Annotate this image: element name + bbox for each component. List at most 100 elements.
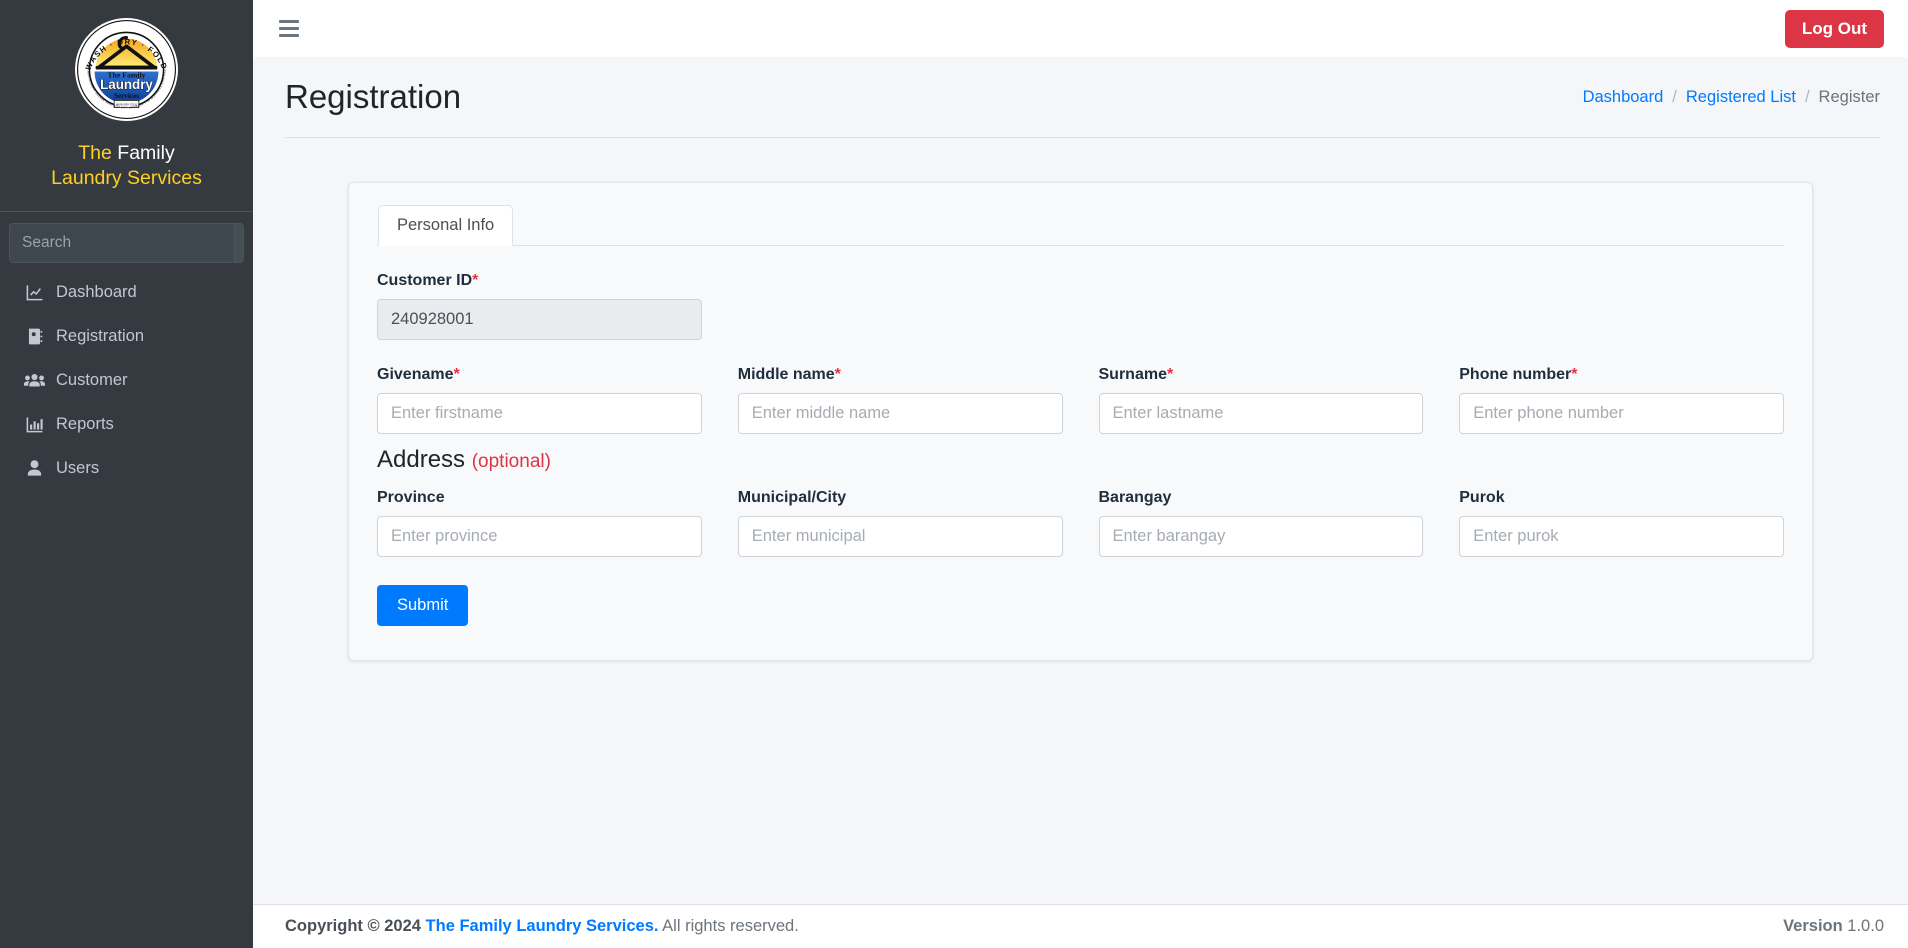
registration-card: Personal Info Customer ID* Givename* (348, 182, 1813, 662)
footer-version: Version 1.0.0 (1783, 917, 1884, 936)
search-icon[interactable] (234, 223, 243, 262)
required-marker: * (1571, 366, 1578, 384)
sidebar-item-label: Users (56, 459, 100, 478)
required-marker: * (472, 272, 479, 290)
middlename-label-text: Middle name (737, 366, 835, 384)
barangay-input[interactable] (1098, 516, 1424, 558)
breadcrumb-separator: / (1804, 87, 1810, 106)
search-input[interactable] (10, 223, 234, 262)
middlename-label: Middle name* (738, 366, 1063, 384)
customer-id-label: Customer ID* (377, 272, 702, 290)
customer-id-label-text: Customer ID (377, 272, 473, 290)
surname-label-text: Surname (1098, 366, 1167, 384)
sidebar-item-users[interactable]: Users (9, 450, 244, 488)
breadcrumb-separator: / (1672, 87, 1677, 106)
municipal-city-input[interactable] (737, 516, 1063, 558)
surname-group: Surname* (1098, 366, 1424, 435)
breadcrumb-item-dashboard[interactable]: Dashboard (1583, 88, 1664, 107)
content-wrapper: Log Out Registration Dashboard / Registe… (253, 0, 1908, 948)
app-root: The Family Laundry Services WASH DRY FOL… (0, 0, 1908, 948)
givename-label: Givename* (377, 366, 702, 384)
user-icon (23, 459, 45, 479)
province-input[interactable] (377, 516, 702, 558)
breadcrumb: Dashboard / Registered List / Register (1583, 88, 1880, 107)
surname-label: Surname* (1099, 366, 1424, 384)
address-section-title: Address (377, 446, 466, 474)
sidebar-item-label: Dashboard (56, 283, 137, 302)
address-section-heading: Address (optional) (377, 446, 1784, 474)
sidebar-search[interactable] (9, 222, 244, 263)
personal-name-row: Givename* Middle name* Surname* (377, 366, 1784, 435)
content-header: Registration Dashboard / Registered List… (253, 57, 1908, 153)
province-group: Province (377, 489, 702, 558)
hamburger-bar (279, 20, 299, 23)
footer-version-label: Version (1783, 917, 1843, 935)
required-marker: * (1166, 366, 1174, 384)
sidebar-nav: Dashboard Registration Customer Reports … (0, 272, 253, 494)
submit-button[interactable]: Submit (377, 585, 469, 627)
address-book-icon (23, 327, 45, 347)
barangay-label: Barangay (1098, 489, 1172, 507)
footer-rights: All rights reserved. (662, 917, 799, 935)
givename-group: Givename* (377, 366, 702, 435)
customer-id-group: Customer ID* (377, 272, 702, 341)
svg-text:Laundry: Laundry (100, 77, 153, 92)
content-body: Personal Info Customer ID* Givename* (253, 152, 1908, 904)
phone-number-input[interactable] (1459, 393, 1784, 435)
sidebar: The Family Laundry Services WASH DRY FOL… (0, 0, 253, 948)
chart-bar-icon (23, 415, 45, 435)
middlename-input[interactable] (737, 393, 1063, 435)
page-footer: Copyright © 2024 The Family Laundry Serv… (253, 904, 1908, 948)
chart-line-icon (23, 283, 45, 303)
sidebar-item-label: Registration (56, 327, 145, 346)
province-label: Province (377, 489, 445, 507)
barangay-group: Barangay (1098, 489, 1424, 558)
brand-title: The Family Laundry Services (51, 141, 202, 191)
laundry-logo-icon: The Family Laundry Services WASH DRY FOL… (75, 18, 178, 121)
purok-group: Purok (1459, 489, 1784, 558)
middlename-group: Middle name* (737, 366, 1063, 435)
hamburger-bar (279, 34, 299, 37)
brand-word-laundry-services: Laundry Services (51, 166, 202, 189)
required-marker: * (453, 366, 460, 384)
purok-input[interactable] (1459, 516, 1784, 558)
sidebar-item-reports[interactable]: Reports (9, 406, 244, 444)
logout-button[interactable]: Log Out (1784, 9, 1884, 48)
municipal-city-label: Municipal/City (737, 489, 847, 507)
address-row: Province Municipal/City Barangay Purok (377, 489, 1784, 558)
givename-label-text: Givename (377, 366, 454, 384)
purok-label: Purok (1459, 489, 1505, 507)
brand-word-family: Family (117, 142, 175, 164)
municipal-city-group: Municipal/City (737, 489, 1063, 558)
sidebar-item-label: Reports (56, 415, 114, 434)
phone-number-label: Phone number* (1459, 366, 1784, 384)
form-tabs: Personal Info (377, 205, 1784, 247)
brand-word-the: The (78, 142, 112, 164)
page-title: Registration (285, 78, 462, 115)
footer-version-number: 1.0.0 (1847, 917, 1884, 935)
phone-number-group: Phone number* (1459, 366, 1784, 435)
footer-copyright: Copyright © 2024 The Family Laundry Serv… (285, 917, 799, 936)
sidebar-item-registration[interactable]: Registration (9, 318, 244, 356)
breadcrumb-item-registered-list[interactable]: Registered List (1686, 88, 1796, 107)
sidebar-item-customer[interactable]: Customer (9, 362, 244, 400)
hamburger-icon[interactable] (273, 12, 309, 46)
footer-company-link[interactable]: The Family Laundry Services. (426, 917, 659, 935)
content-header-row: Registration Dashboard / Registered List… (285, 78, 1880, 139)
breadcrumb-item-register: Register (1818, 87, 1880, 106)
phone-number-label-text: Phone number (1459, 366, 1572, 384)
surname-input[interactable] (1098, 393, 1424, 435)
users-icon (23, 371, 45, 391)
top-navbar: Log Out (253, 0, 1908, 57)
givename-input[interactable] (377, 393, 702, 435)
svg-text:Services: Services (114, 92, 139, 100)
customer-id-input[interactable] (377, 299, 702, 341)
sidebar-brand[interactable]: The Family Laundry Services WASH DRY FOL… (0, 0, 253, 212)
required-marker: * (834, 366, 841, 384)
tab-personal-info[interactable]: Personal Info (378, 205, 514, 247)
sidebar-item-label: Customer (56, 371, 128, 390)
sidebar-item-dashboard[interactable]: Dashboard (9, 274, 244, 312)
address-optional-label: (optional) (471, 451, 551, 473)
footer-copyright-prefix: Copyright © 2024 (285, 917, 421, 935)
hamburger-bar (279, 27, 299, 30)
